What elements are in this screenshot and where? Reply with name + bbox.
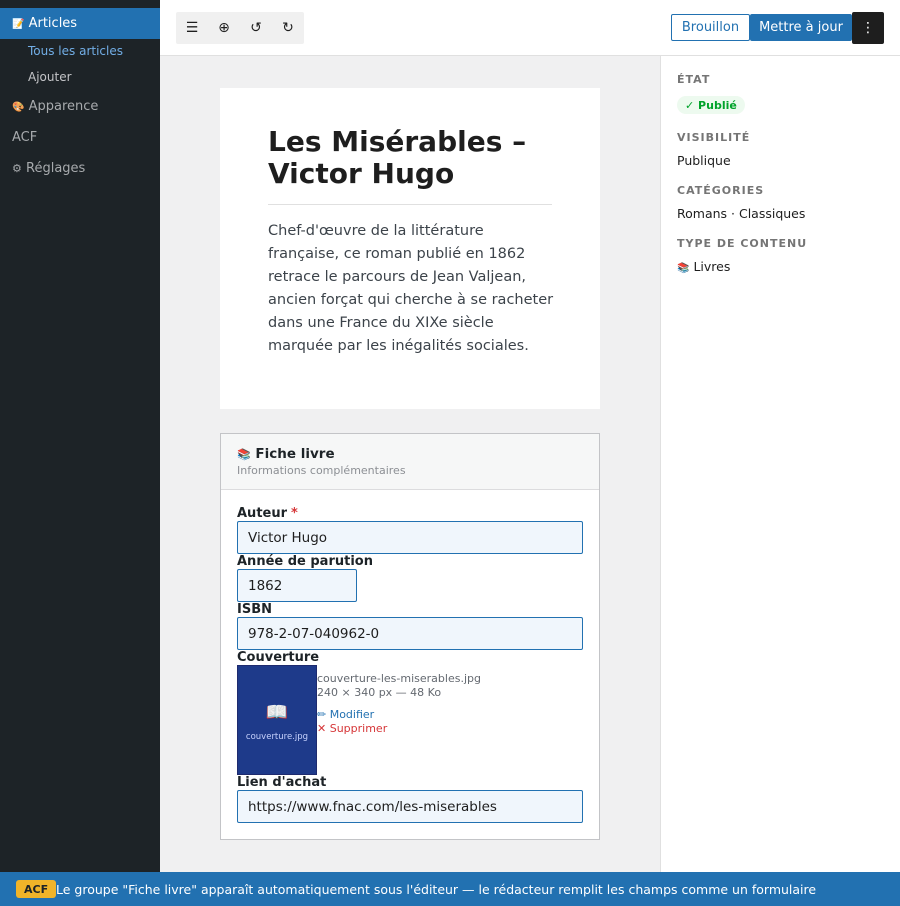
sidebar-item-label: ACF <box>12 130 38 145</box>
required-mark: * <box>291 506 298 521</box>
undo-icon[interactable]: ↺ <box>240 12 272 44</box>
purchase-link-field[interactable]: https://www.fnac.com/les-miserables <box>237 790 583 823</box>
books-icon: 📚 <box>677 263 690 274</box>
isbn-label: ISBN <box>237 602 272 617</box>
post-excerpt[interactable]: Chef-d'œuvre de la littérature française… <box>268 220 558 358</box>
palette-icon: 🎨 <box>12 102 25 113</box>
sidebar-item-label: Réglages <box>26 161 86 176</box>
author-label: Auteur * <box>237 506 298 521</box>
redo-icon[interactable]: ↻ <box>272 12 304 44</box>
editor-toolbar: ☰ ⊕ ↺ ↻ Brouillon Mettre à jour ⋮ <box>160 0 900 56</box>
acf-group-subtitle: Informations complémentaires <box>237 464 406 477</box>
content-type-value[interactable]: 📚 Livres <box>677 259 730 274</box>
visibility-value[interactable]: Publique <box>677 153 731 168</box>
settings-panel: ÉTAT ✓ Publié VISIBILITÉ Publique CATÉGO… <box>660 56 900 872</box>
edit-cover-link[interactable]: ✏ Modifier <box>317 708 374 721</box>
acf-field-group: 📚 Fiche livre Informations complémentair… <box>220 433 600 840</box>
sidebar-item-articles[interactable]: 📝 Articles <box>0 8 160 39</box>
post-content-card: Les Misérables – Victor Hugo Chef-d'œuvr… <box>220 88 600 409</box>
acf-group-title: 📚 Fiche livre <box>237 446 335 462</box>
post-title[interactable]: Les Misérables – Victor Hugo <box>268 126 558 190</box>
sidebar-subitem-all-posts[interactable]: Tous les articles <box>28 44 123 58</box>
sidebar-subitem-add-new[interactable]: Ajouter <box>28 70 72 84</box>
gear-icon: ⚙ <box>12 162 22 175</box>
sidebar-item-appearance[interactable]: 🎨 Apparence <box>12 99 98 114</box>
sidebar-item-acf[interactable]: ACF <box>12 130 37 145</box>
update-button[interactable]: Mettre à jour <box>750 14 852 41</box>
acf-badge: ACF <box>16 880 57 898</box>
cover-label: Couverture <box>237 650 320 665</box>
post-icon: 📝 <box>12 19 25 30</box>
acf-group-header[interactable]: 📚 Fiche livre Informations complémentair… <box>221 434 599 490</box>
sidebar-item-label: Apparence <box>28 99 99 114</box>
categories-heading: CATÉGORIES <box>677 184 765 197</box>
insert-block-icon[interactable]: ⊕ <box>208 12 240 44</box>
admin-sidebar: 📝 Articles Tous les articles Ajouter 🎨 A… <box>0 0 160 872</box>
list-view-icon[interactable]: ☰ <box>176 12 208 44</box>
thumbnail-caption: couverture.jpg <box>245 732 309 742</box>
year-field[interactable]: 1862 <box>237 569 357 602</box>
categories-value[interactable]: Romans · Classiques <box>677 206 805 221</box>
books-icon: 📚 <box>237 448 251 461</box>
info-banner-text: Le groupe "Fiche livre" apparaît automat… <box>56 882 817 897</box>
cover-file-meta: 240 × 340 px — 48 Ko <box>317 686 442 699</box>
purchase-link-label: Lien d'achat <box>237 775 327 790</box>
content-type-heading: TYPE DE CONTENU <box>677 237 808 250</box>
editor-canvas: Les Misérables – Victor Hugo Chef-d'œuvr… <box>160 56 660 872</box>
delete-cover-link[interactable]: ✕ Supprimer <box>317 722 387 735</box>
info-banner: ACF Le groupe "Fiche livre" apparaît aut… <box>0 872 900 906</box>
title-divider <box>268 204 552 205</box>
sidebar-item-label: Articles <box>28 16 78 31</box>
cover-thumbnail[interactable]: 📖 couverture.jpg <box>237 665 317 775</box>
cover-file-name: couverture-les-miserables.jpg <box>317 672 481 685</box>
isbn-field[interactable]: 978-2-07-040962-0 <box>237 617 583 650</box>
sidebar-item-settings[interactable]: ⚙ Réglages <box>12 161 85 176</box>
more-options-icon[interactable]: ⋮ <box>852 12 884 44</box>
status-badge[interactable]: ✓ Publié <box>677 96 745 114</box>
block-tools: ☰ ⊕ ↺ ↻ <box>176 12 304 44</box>
save-draft-button[interactable]: Brouillon <box>671 14 750 41</box>
book-icon: 📖 <box>265 702 289 723</box>
year-label: Année de parution <box>237 554 373 569</box>
status-heading: ÉTAT <box>677 73 711 86</box>
author-field[interactable]: Victor Hugo <box>237 521 583 554</box>
visibility-heading: VISIBILITÉ <box>677 131 751 144</box>
